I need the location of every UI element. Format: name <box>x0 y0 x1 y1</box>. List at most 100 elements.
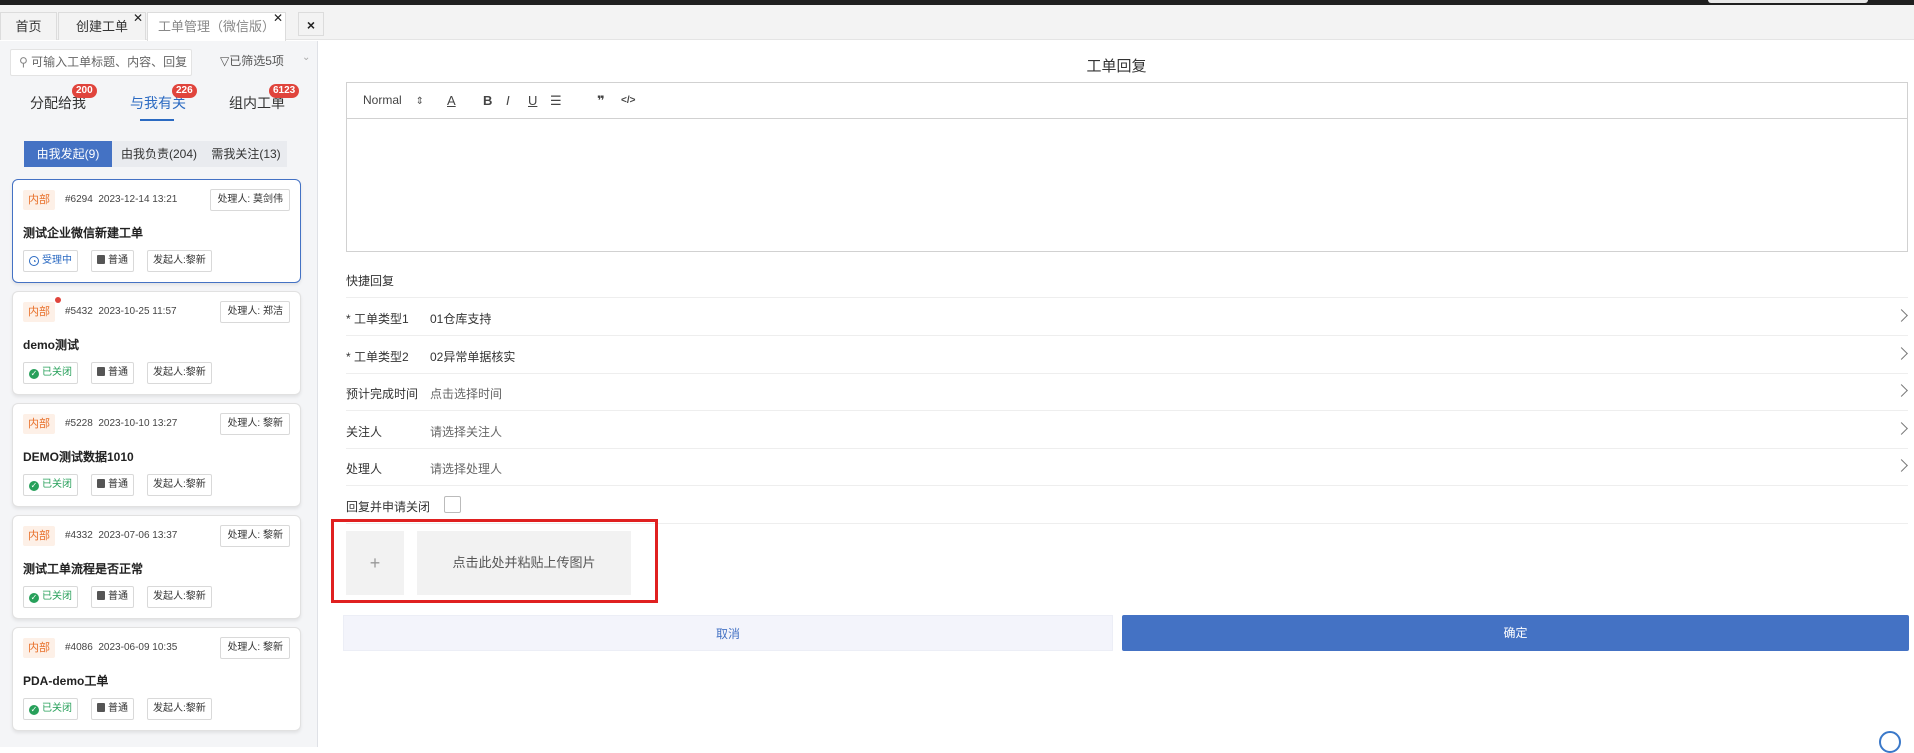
updown-icon: ⇕ <box>415 96 425 107</box>
ticket-card[interactable]: 内部 #4332 2023-07-06 13:37 处理人: 黎新 测试工单流程是否正… <box>12 515 301 619</box>
code-icon[interactable]: </> <box>621 95 635 106</box>
chevron-right-icon <box>1895 346 1908 360</box>
rich-text-editor[interactable]: Normal ⇕ A B I U ☰ ❞ </> <box>346 82 1908 252</box>
category-assigned-to-me[interactable]: 分配给我 200 <box>30 84 97 113</box>
close-all-tabs-button[interactable]: × <box>298 12 324 36</box>
upload-add-button[interactable]: + <box>346 531 404 595</box>
cancel-button[interactable]: 取消 <box>343 615 1113 651</box>
ticket-date: 2023-07-06 13:37 <box>98 530 178 541</box>
ticket-date: 2023-06-09 10:35 <box>98 642 178 653</box>
priority-icon <box>97 591 105 600</box>
close-request-checkbox[interactable] <box>444 496 461 513</box>
priority-badge: 普通 <box>91 698 134 720</box>
ticket-card[interactable]: 内部 #4086 2023-06-09 10:35 处理人: 黎新 PDA-demo工… <box>12 627 301 731</box>
status-label: 已关闭 <box>42 367 72 378</box>
form-row[interactable]: 预计完成时间 点击选择时间 <box>346 374 1908 412</box>
internal-tag: 内部 <box>23 302 55 322</box>
priority-label: 普通 <box>108 703 128 714</box>
tab-home[interactable]: 首页 <box>0 12 57 40</box>
handler-badge: 处理人: 黎新 <box>220 637 290 659</box>
priority-icon <box>97 703 105 712</box>
font-color-icon[interactable]: A <box>447 93 456 108</box>
tab-ticket-management[interactable]: 工单管理（微信版） ✕ <box>147 11 286 41</box>
handler-badge: 处理人: 莫剑伟 <box>210 189 290 211</box>
underline-icon[interactable]: U <box>528 93 537 108</box>
ticket-number: #4086 2023-06-09 10:35 <box>65 642 177 653</box>
active-category-underline <box>140 119 174 121</box>
page-title: 工单回复 <box>1086 58 1147 75</box>
form-row[interactable]: 处理人 请选择处理人 <box>346 449 1908 487</box>
ticket-card[interactable]: 内部 #6294 2023-12-14 13:21 处理人: 莫剑伟 测试企业微信新建… <box>12 179 301 283</box>
status-label: 已关闭 <box>42 479 72 490</box>
field-value: 02异常单据核实 <box>430 349 516 364</box>
bold-icon[interactable]: B <box>483 93 492 108</box>
format-select[interactable]: Normal ⇕ <box>363 93 424 107</box>
field-value: 01仓库支持 <box>430 312 492 326</box>
close-request-label: 回复并申请关闭 <box>346 500 431 514</box>
field-label: * 工单类型2 <box>346 349 409 364</box>
paste-upload-area[interactable]: 点击此处并粘贴上传图片 <box>417 531 631 595</box>
ticket-title: 测试企业微信新建工单 <box>23 226 144 240</box>
priority-label: 普通 <box>108 591 128 602</box>
ticket-date: 2023-10-10 13:27 <box>98 418 178 429</box>
ticket-number: #4332 2023-07-06 13:37 <box>65 530 177 541</box>
status-badge: ✓ 已关闭 <box>23 474 78 496</box>
ticket-title: PDA-demo工单 <box>23 674 109 688</box>
quick-reply-row[interactable]: 快捷回复 <box>346 261 1908 298</box>
status-icon: ✓ <box>29 369 39 379</box>
priority-badge: 普通 <box>91 250 134 272</box>
field-value: 请选择关注人 <box>430 424 503 439</box>
status-badge: ◔ 受理中 <box>23 250 78 272</box>
close-icon[interactable]: ✕ <box>273 11 283 25</box>
help-logo-icon[interactable] <box>1879 731 1901 753</box>
status-label: 受理中 <box>42 255 72 266</box>
field-value: 请选择处理人 <box>430 462 503 477</box>
align-icon[interactable]: ☰ <box>550 93 562 109</box>
reply-panel: 工单回复 Normal ⇕ A B I U ☰ ❞ </> 快捷回复 * 工单类型… <box>319 41 1914 753</box>
handler-badge: 处理人: 黎新 <box>220 525 290 547</box>
priority-badge: 普通 <box>91 362 134 384</box>
italic-icon[interactable]: I <box>506 93 510 108</box>
status-icon: ✓ <box>29 593 39 603</box>
tab-label: 首页 <box>15 19 42 34</box>
ticket-sidebar: ⚲ 可输入工单标题、内容、回复 ▽已筛选5项 ⌄ 分配给我 200 与我有关 226… <box>0 41 318 747</box>
priority-icon <box>97 367 105 376</box>
category-related-to-me[interactable]: 与我有关 226 <box>130 84 197 113</box>
filter-button[interactable]: ▽已筛选5项 ⌄ <box>220 52 310 69</box>
initiator-badge: 发起人:黎新 <box>147 586 212 608</box>
search-input[interactable]: ⚲ 可输入工单标题、内容、回复 <box>10 49 192 76</box>
status-badge: ✓ 已关闭 <box>23 586 78 608</box>
handler-badge: 处理人: 黎新 <box>220 413 290 435</box>
close-icon[interactable]: ✕ <box>133 11 143 25</box>
status-label: 已关闭 <box>42 591 72 602</box>
ticket-date: 2023-10-25 11:57 <box>98 306 177 317</box>
form-row[interactable]: 关注人 请选择关注人 <box>346 412 1908 449</box>
ticket-id: #5432 <box>65 306 93 317</box>
handler-badge: 处理人: 郑洁 <box>220 301 290 323</box>
internal-tag: 内部 <box>23 526 55 546</box>
subtab-responsible[interactable]: 由我负责(204) <box>114 141 204 167</box>
tab-bar: 首页 创建工单 ✕ 工单管理（微信版） ✕ <box>0 5 1914 41</box>
category-group-tickets[interactable]: 组内工单 6123 <box>229 84 300 113</box>
tab-create-ticket[interactable]: 创建工单 ✕ <box>58 11 146 40</box>
chevron-right-icon <box>1895 309 1908 322</box>
status-badge: ✓ 已关闭 <box>23 362 78 384</box>
initiator-badge: 发起人:黎新 <box>147 250 212 272</box>
filter-label: 已筛选5项 <box>229 54 284 68</box>
chevron-right-icon <box>1895 384 1908 398</box>
field-label: 预计完成时间 <box>346 387 419 402</box>
status-icon: ✓ <box>29 481 39 491</box>
subtab-initiated-by-me[interactable]: 由我发起(9) <box>24 141 112 167</box>
quote-icon[interactable]: ❞ <box>597 93 605 109</box>
form-row[interactable]: * 工单类型2 02异常单据核实 <box>346 337 1908 374</box>
subtab-following[interactable]: 需我关注(13) <box>206 141 286 167</box>
priority-label: 普通 <box>108 255 128 266</box>
ticket-card[interactable]: 内部 #5228 2023-10-10 13:27 处理人: 黎新 DEMO测试数据1… <box>12 403 301 507</box>
priority-icon <box>97 479 105 488</box>
form-row[interactable]: * 工单类型1 01仓库支持 <box>346 299 1908 336</box>
tab-label: 工单管理（微信版） <box>157 19 275 34</box>
ticket-card[interactable]: 内部 #5432 2023-10-25 11:57 处理人: 郑洁 demo测试 ✓ 已关… <box>12 291 301 395</box>
confirm-button[interactable]: 确定 <box>1122 615 1909 651</box>
ticket-title: DEMO测试数据1010 <box>23 450 134 464</box>
chevron-right-icon <box>1895 459 1908 473</box>
